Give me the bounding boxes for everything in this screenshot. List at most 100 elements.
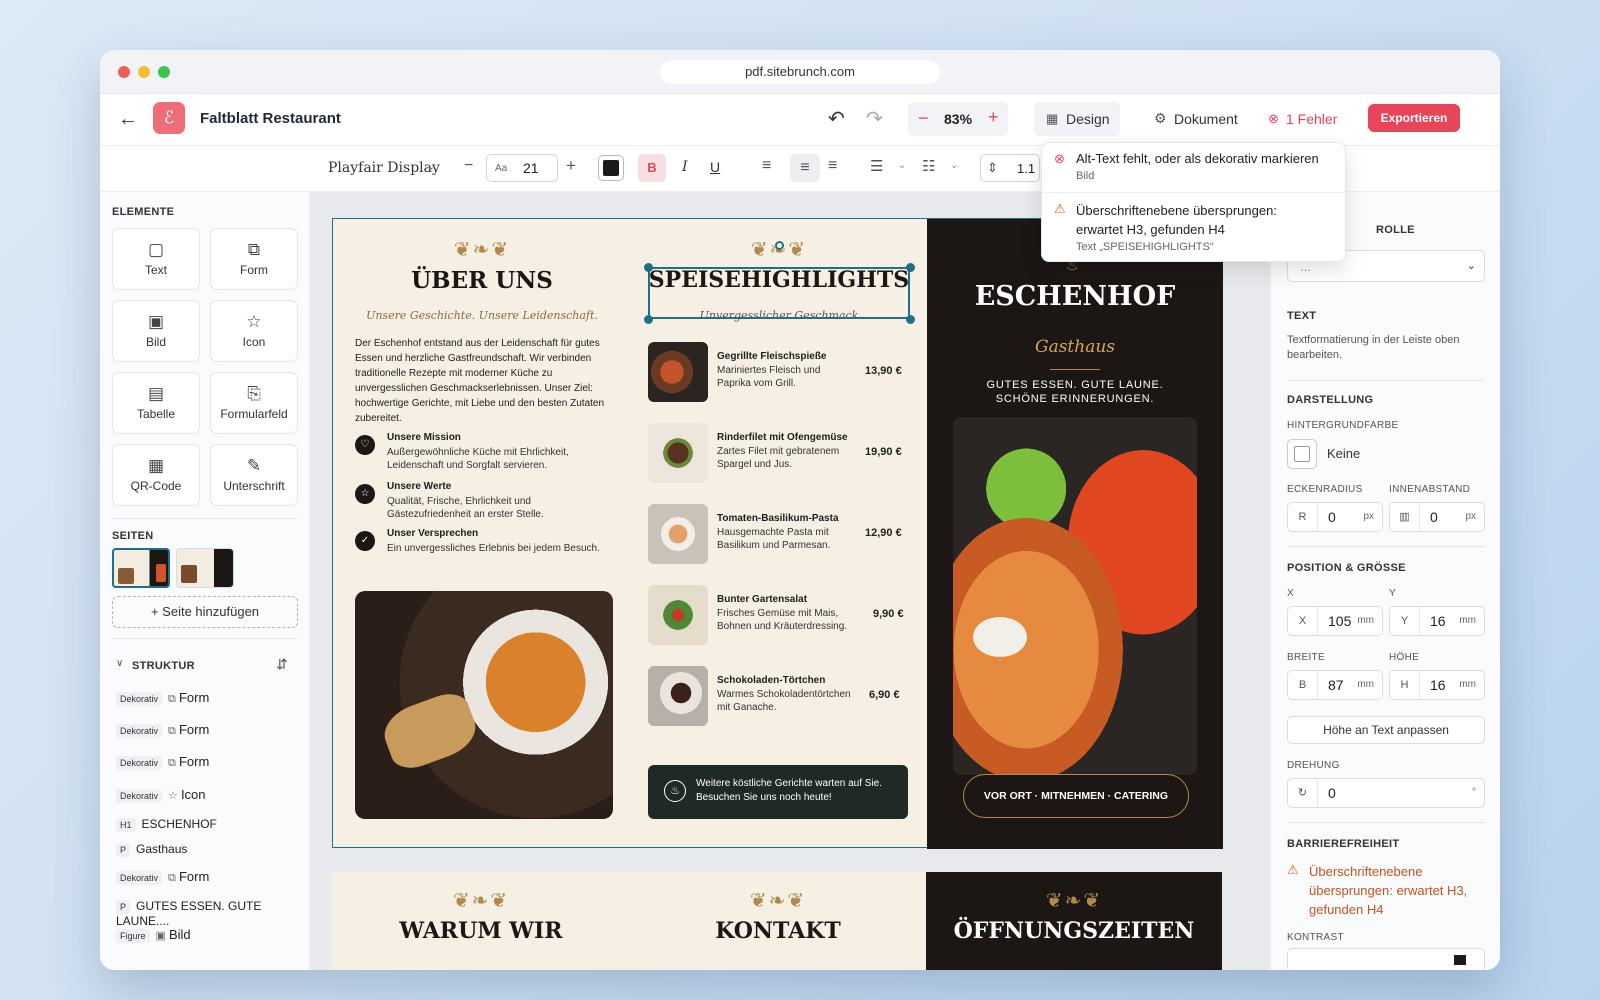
dish-name[interactable]: Tomaten-Basilikum-Pasta bbox=[717, 513, 839, 524]
issue-item[interactable]: ⊗ Alt-Text fehlt, oder als dekorativ mar… bbox=[1042, 143, 1347, 193]
about-body[interactable]: Der Eschenhof entstand aus der Leidensch… bbox=[355, 336, 611, 426]
promise-title[interactable]: Unser Versprechen bbox=[387, 528, 478, 539]
cover-title[interactable]: ESCHENHOF bbox=[927, 281, 1223, 312]
width-field[interactable]: B 87 mm bbox=[1287, 670, 1383, 700]
dish-name[interactable]: Rinderfilet mit Ofengemüse bbox=[717, 432, 848, 443]
page-thumbnail-2[interactable] bbox=[176, 548, 234, 588]
text-color-button[interactable] bbox=[598, 155, 624, 181]
mission-text[interactable]: Außergewöhnliche Küche mit Ehrlichkeit, … bbox=[387, 446, 587, 472]
why-us-title[interactable]: WARUM WIR bbox=[332, 918, 630, 944]
cover-tagline-2[interactable]: SCHÖNE ERINNERUNGEN. bbox=[927, 393, 1223, 405]
chevron-down-icon[interactable]: ⌄ bbox=[950, 160, 958, 171]
cover-tagline-1[interactable]: GUTES ESSEN. GUTE LAUNE. bbox=[927, 379, 1223, 391]
chevron-down-icon[interactable]: ∨ bbox=[116, 658, 123, 669]
contact-title[interactable]: KONTAKT bbox=[630, 918, 926, 944]
dish-description[interactable]: Frisches Gemüse mit Mais, Bohnen und Krä… bbox=[717, 607, 852, 633]
dish-description[interactable]: Warmes Schokoladentörtchen mit Ganache. bbox=[717, 688, 857, 714]
back-arrow-icon[interactable]: ← bbox=[118, 108, 138, 131]
address-bar[interactable]: pdf.sitebrunch.com bbox=[660, 60, 940, 84]
font-size-field[interactable]: Aa 21 bbox=[486, 154, 558, 182]
height-field[interactable]: H 16 mm bbox=[1389, 670, 1485, 700]
dish-image[interactable] bbox=[648, 585, 708, 645]
contrast-field[interactable] bbox=[1287, 948, 1485, 970]
dish-name[interactable]: Gegrillte Fleischspieße bbox=[717, 351, 826, 362]
font-size-decrease-button[interactable]: − bbox=[464, 157, 473, 175]
dish-name[interactable]: Schokoladen-Törtchen bbox=[717, 675, 825, 686]
underline-button[interactable]: U bbox=[710, 159, 720, 175]
selection-box[interactable] bbox=[648, 267, 910, 319]
document-tab[interactable]: ⚙ Dokument bbox=[1150, 102, 1250, 136]
fit-height-button[interactable]: Höhe an Text anpassen bbox=[1287, 716, 1485, 744]
align-right-icon[interactable]: ≡ bbox=[828, 157, 837, 175]
about-subtitle[interactable]: Unsere Geschichte. Unsere Leidenschaft. bbox=[333, 309, 631, 322]
soup-image[interactable] bbox=[355, 591, 613, 819]
italic-button[interactable]: I bbox=[682, 159, 688, 175]
services-pill[interactable]: VOR ORT · MITNEHMEN · CATERING bbox=[963, 774, 1189, 818]
dish-description[interactable]: Hausgemachte Pasta mit Basilikum und Par… bbox=[717, 526, 837, 552]
structure-item[interactable]: Figure ▣ Bild bbox=[116, 927, 191, 943]
reorder-icon[interactable]: ⇵ bbox=[276, 656, 288, 673]
bold-button[interactable]: B bbox=[638, 154, 666, 182]
document-title[interactable]: Faltblatt Restaurant bbox=[200, 110, 341, 127]
maximize-window-button[interactable] bbox=[158, 66, 170, 78]
dish-description[interactable]: Mariniertes Fleisch und Paprika vom Gril… bbox=[717, 364, 837, 390]
about-title[interactable]: ÜBER UNS bbox=[333, 267, 631, 294]
cover-subtitle[interactable]: Gasthaus bbox=[927, 337, 1223, 357]
design-tab[interactable]: ▦ Design bbox=[1034, 102, 1120, 136]
rotate-handle[interactable] bbox=[775, 241, 784, 250]
page-thumbnail-1[interactable] bbox=[112, 548, 170, 588]
promise-text[interactable]: Ein unvergessliches Erlebnis bei jedem B… bbox=[387, 542, 627, 555]
y-field[interactable]: Y 16 mm bbox=[1389, 606, 1485, 636]
rotation-field[interactable]: ↻ 0 ° bbox=[1287, 778, 1485, 808]
element-form-field[interactable]: ⎘ Formularfeld bbox=[210, 372, 298, 434]
dish-image[interactable] bbox=[648, 342, 708, 402]
structure-item[interactable]: P GUTES ESSEN. GUTE LAUNE.... bbox=[116, 899, 309, 928]
mission-title[interactable]: Unsere Mission bbox=[387, 432, 461, 443]
errors-button[interactable]: ⊗ 1 Fehler bbox=[1266, 102, 1346, 136]
element-icon[interactable]: ☆ Icon bbox=[210, 300, 298, 362]
dish-description[interactable]: Zartes Filet mit gebratenem Spargel und … bbox=[717, 445, 847, 471]
accessibility-warning[interactable]: Überschriftenebene übersprungen: erwarte… bbox=[1309, 862, 1487, 919]
close-window-button[interactable] bbox=[118, 66, 130, 78]
chevron-down-icon[interactable]: ⌄ bbox=[898, 160, 906, 171]
element-qr-code[interactable]: ▦ QR-Code bbox=[112, 444, 200, 506]
cover-panel[interactable]: ♨ ESCHENHOF Gasthaus GUTES ESSEN. GUTE L… bbox=[927, 219, 1223, 849]
line-height-field[interactable]: ⇕ 1.1 bbox=[980, 154, 1040, 182]
radius-field[interactable]: R 0 px bbox=[1287, 502, 1383, 532]
minimize-window-button[interactable] bbox=[138, 66, 150, 78]
structure-item[interactable]: Dekorativ ⧉ Form bbox=[116, 869, 209, 885]
dish-image[interactable] bbox=[648, 423, 708, 483]
align-center-icon[interactable]: ≡ bbox=[790, 154, 820, 182]
flyer-page-1[interactable]: ❦❧❦ ÜBER UNS Unsere Geschichte. Unsere L… bbox=[332, 218, 1223, 849]
chevron-down-icon[interactable]: ⌄ bbox=[426, 160, 435, 173]
hours-title[interactable]: ÖFFNUNGSZEITEN bbox=[926, 918, 1222, 944]
dish-name[interactable]: Bunter Gartensalat bbox=[717, 594, 807, 605]
dish-image[interactable] bbox=[648, 504, 708, 564]
resize-handle[interactable] bbox=[906, 263, 915, 272]
zoom-out-button[interactable]: − bbox=[918, 108, 929, 129]
dish-image[interactable] bbox=[648, 666, 708, 726]
structure-item[interactable]: P Gasthaus bbox=[116, 842, 187, 857]
element-form[interactable]: ⧉ Form bbox=[210, 228, 298, 290]
salmon-image[interactable] bbox=[953, 417, 1197, 775]
flyer-page-2[interactable]: ❦❧❦ WARUM WIR ❦❧❦ KONTAKT ❦❧❦ ÖFFNUNGSZE… bbox=[332, 872, 1222, 970]
structure-item[interactable]: H1 ESCHENHOF bbox=[116, 817, 217, 832]
issue-item[interactable]: ⚠ Überschriftenebene übersprungen: erwar… bbox=[1042, 193, 1347, 263]
export-button[interactable]: Exportieren bbox=[1368, 104, 1460, 132]
resize-handle[interactable] bbox=[906, 315, 915, 324]
zoom-in-button[interactable]: + bbox=[988, 107, 999, 128]
add-page-button[interactable]: + Seite hinzufügen bbox=[112, 596, 298, 628]
element-signature[interactable]: ✎ Unterschrift bbox=[210, 444, 298, 506]
undo-icon[interactable]: ↶ bbox=[828, 106, 845, 131]
font-family-select[interactable]: Playfair Display bbox=[328, 160, 440, 176]
redo-icon[interactable]: ↷ bbox=[866, 106, 883, 131]
resize-handle[interactable] bbox=[644, 315, 653, 324]
element-text[interactable]: ▢ Text bbox=[112, 228, 200, 290]
values-text[interactable]: Qualität, Frische, Ehrlichkeit und Gäste… bbox=[387, 495, 567, 521]
font-size-increase-button[interactable]: + bbox=[566, 156, 576, 176]
element-image[interactable]: ▣ Bild bbox=[112, 300, 200, 362]
x-field[interactable]: X 105 mm bbox=[1287, 606, 1383, 636]
resize-handle[interactable] bbox=[644, 263, 653, 272]
structure-item[interactable]: Dekorativ ⧉ Form bbox=[116, 690, 209, 706]
menu-banner[interactable]: ♨ Weitere köstliche Gerichte warten auf … bbox=[648, 765, 908, 819]
